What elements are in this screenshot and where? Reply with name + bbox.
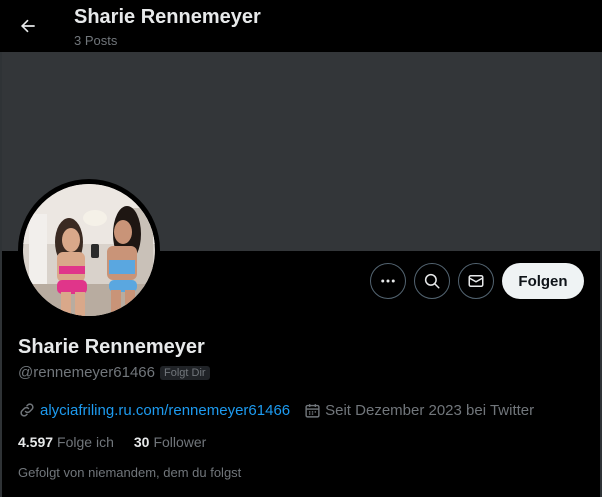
more-icon (381, 279, 395, 283)
followed-by-text: Gefolgt von niemandem, dem du folgst (18, 465, 242, 480)
avatar[interactable] (18, 179, 160, 321)
website-item: alyciafriling.ru.com/rennemeyer61466 (18, 401, 290, 419)
message-button[interactable] (458, 263, 494, 299)
following-stat[interactable]: 4.597 Folge ich (18, 434, 114, 450)
followers-count: 30 (133, 434, 150, 450)
envelope-icon (468, 275, 484, 287)
search-icon (424, 273, 440, 289)
post-count: 3 Posts (74, 33, 118, 48)
following-label: Folge ich (57, 434, 114, 450)
handle-row: @rennemeyer61466 Folgt Dir (18, 364, 210, 381)
joined-date: Seit Dezember 2023 bei Twitter (325, 401, 535, 419)
joined-item: Seit Dezember 2023 bei Twitter (304, 402, 534, 419)
header-title: Sharie Rennemeyer (74, 6, 261, 28)
profile-meta: alyciafriling.ru.com/rennemeyer61466 Sei… (18, 401, 534, 419)
arrow-left-icon (20, 19, 35, 33)
follows-you-badge: Folgt Dir (159, 365, 210, 380)
following-count: 4.597 (18, 434, 54, 450)
followers-stat[interactable]: 30 Follower (134, 434, 206, 450)
follow-button[interactable]: Folgen (502, 263, 584, 299)
top-bar: Sharie Rennemeyer 3 Posts (0, 0, 602, 52)
profile-display-name: Sharie Rennemeyer (18, 336, 205, 358)
back-button[interactable] (12, 10, 44, 42)
search-button[interactable] (414, 263, 450, 299)
followers-label: Follower (153, 434, 207, 450)
calendar-icon (305, 403, 320, 418)
website-link[interactable]: alyciafriling.ru.com/rennemeyer61466 (40, 402, 290, 419)
more-button[interactable] (370, 263, 406, 299)
follow-stats: 4.597 Folge ich 30 Follower (18, 434, 206, 450)
avatar-image (23, 184, 155, 316)
profile-handle: @rennemeyer61466 (18, 364, 155, 381)
link-icon (20, 403, 34, 417)
